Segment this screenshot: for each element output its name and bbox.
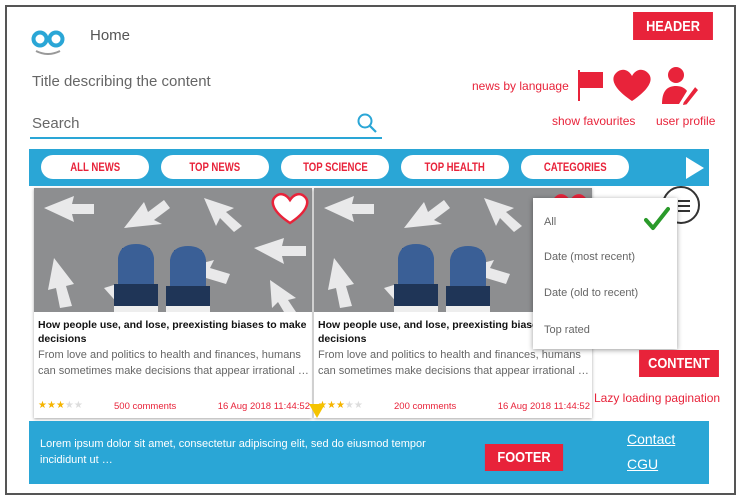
footer-text: Lorem ipsum dolor sit amet, consectetur … — [40, 438, 426, 466]
sort-option-date-recent[interactable]: Date (most recent) — [544, 251, 635, 263]
menu-line — [678, 210, 690, 212]
search-input[interactable] — [32, 111, 352, 135]
sort-option-top-rated[interactable]: Top rated — [544, 324, 590, 336]
tab-label: ALL NEWS — [70, 160, 120, 174]
card-description: From love and politics to health and fin… — [38, 349, 309, 377]
card-date: 16 Aug 2018 11:44:52 — [497, 401, 590, 412]
show-favourites-label: show favourites — [552, 114, 636, 128]
menu-line — [678, 205, 690, 207]
comments-link[interactable]: 200 comments — [394, 401, 456, 412]
star-icon: ★ — [326, 400, 336, 411]
user-profile-label: user profile — [656, 114, 716, 128]
card-description: From love and politics to health and fin… — [318, 349, 589, 377]
card-title[interactable]: How people use, and lose, preexisting bi… — [38, 318, 310, 346]
contact-link[interactable]: Contact — [627, 431, 675, 447]
favourite-heart-icon[interactable] — [270, 190, 310, 226]
tab-label: CATEGORIES — [543, 160, 607, 174]
star-half-icon: ★ — [335, 400, 345, 411]
home-link[interactable]: Home — [90, 27, 130, 44]
tab-label: TOP NEWS — [189, 160, 241, 174]
card-date: 16 Aug 2018 11:44:52 — [217, 401, 310, 412]
page-title: Title describing the content — [32, 73, 211, 90]
footer: Lorem ipsum dolor sit amet, consectetur … — [29, 421, 709, 484]
sort-option-date-old[interactable]: Date (old to recent) — [544, 287, 638, 299]
content-tag: CONTENT — [639, 350, 719, 377]
footer-tag: FOOTER — [484, 444, 564, 471]
star-half-icon: ★ — [55, 400, 65, 411]
star-icon: ★ — [64, 400, 74, 411]
checkmark-icon — [644, 207, 670, 230]
tab-all-news[interactable]: ALL NEWS — [41, 155, 149, 179]
lazy-loading-label: Lazy loading pagination — [594, 391, 721, 405]
user-profile-icon[interactable] — [659, 64, 701, 106]
heart-icon[interactable] — [612, 67, 652, 103]
news-by-language-label: news by language — [472, 79, 569, 93]
star-icon: ★ — [46, 400, 56, 411]
search-icon[interactable] — [356, 112, 378, 134]
cgu-link[interactable]: CGU — [627, 456, 658, 472]
tab-label: TOP SCIENCE — [302, 160, 368, 174]
tab-top-news[interactable]: TOP NEWS — [161, 155, 269, 179]
star-rating[interactable]: ★★★★★ — [38, 400, 83, 411]
news-card[interactable]: How people use, and lose, preexisting bi… — [34, 188, 312, 418]
sort-dropdown: All Date (most recent) Date (old to rece… — [533, 198, 677, 349]
comments-link[interactable]: 500 comments — [114, 401, 176, 412]
header-tag: HEADER — [633, 12, 713, 40]
tab-top-science[interactable]: TOP SCIENCE — [281, 155, 389, 179]
search-bar — [30, 109, 382, 139]
menu-line — [678, 200, 690, 202]
tab-top-health[interactable]: TOP HEALTH — [401, 155, 509, 179]
tab-categories[interactable]: CATEGORIES — [521, 155, 629, 179]
star-icon: ★ — [38, 400, 47, 411]
category-navbar: ALL NEWS TOP NEWS TOP SCIENCE TOP HEALTH… — [29, 149, 709, 186]
nav-next-arrow-icon[interactable] — [686, 157, 704, 179]
tab-label: TOP HEALTH — [424, 160, 486, 174]
app-logo-icon[interactable] — [30, 27, 66, 55]
sort-option-all[interactable]: All — [544, 216, 556, 228]
star-icon: ★ — [73, 400, 83, 411]
flag-icon[interactable] — [577, 67, 605, 103]
star-icon: ★ — [344, 400, 354, 411]
star-icon: ★ — [353, 400, 363, 411]
load-more-indicator-icon[interactable] — [309, 404, 325, 418]
